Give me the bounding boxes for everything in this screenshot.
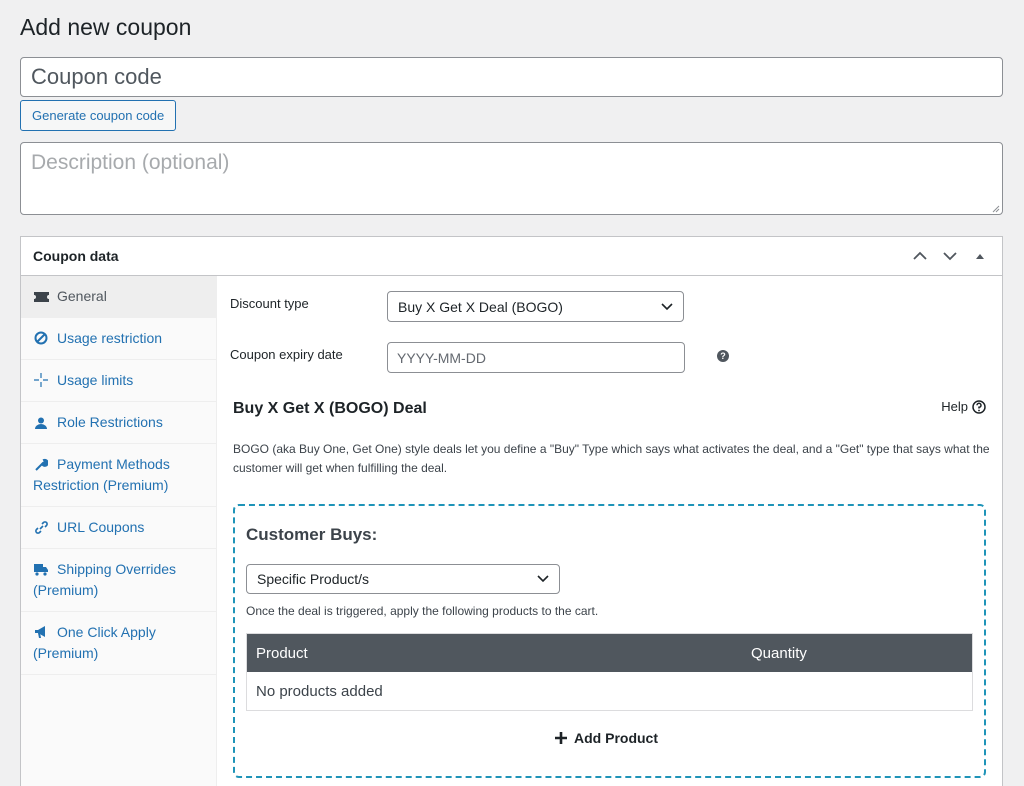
person-icon [33, 412, 49, 433]
tab-shipping-overrides[interactable]: Shipping Overrides (Premium) [21, 549, 216, 612]
customer-buys-type-select[interactable]: Specific Product/s [246, 564, 560, 594]
customer-buys-note: Once the deal is triggered, apply the fo… [246, 604, 599, 618]
customer-buys-box: Customer Buys: Specific Product/s Once t… [233, 504, 986, 778]
help-tip-icon[interactable]: ? [717, 350, 729, 362]
tab-usage-limits[interactable]: Usage limits [21, 360, 216, 402]
panel-controls [910, 251, 990, 261]
crosshair-icon [33, 370, 49, 391]
products-table: Product Quantity No products added [246, 633, 973, 711]
tab-payment-methods[interactable]: Payment Methods Restriction (Premium) [21, 444, 216, 507]
empty-products-text: No products added [256, 682, 383, 700]
collapse-toggle-icon[interactable] [970, 252, 990, 260]
coupon-data-title: Coupon data [33, 248, 119, 264]
customer-buys-type-value: Specific Product/s [257, 571, 370, 587]
tab-usage-restriction[interactable]: Usage restriction [21, 318, 216, 360]
chevron-down-icon [661, 302, 673, 310]
tab-general[interactable]: General [21, 276, 216, 318]
page-title: Add new coupon [20, 14, 192, 40]
discount-type-select[interactable]: Buy X Get X Deal (BOGO) [387, 291, 684, 322]
discount-type-value: Buy X Get X Deal (BOGO) [398, 298, 563, 315]
tab-role-restrictions[interactable]: Role Restrictions [21, 402, 216, 444]
move-down-icon[interactable] [940, 251, 960, 261]
coupon-code-input[interactable] [20, 57, 1003, 97]
tab-role-restrictions-label: Role Restrictions [57, 414, 163, 430]
add-product-label: Add Product [574, 730, 658, 746]
general-panel: Discount type Buy X Get X Deal (BOGO) Co… [217, 276, 1002, 786]
question-circle-icon [972, 399, 986, 414]
generate-coupon-code-button[interactable]: Generate coupon code [20, 100, 177, 131]
tab-one-click-apply[interactable]: One Click Apply (Premium) [21, 612, 216, 675]
ticket-icon [33, 286, 49, 307]
customer-buys-title: Customer Buys: [246, 525, 378, 544]
description-textarea[interactable] [20, 142, 1003, 215]
coupon-data-panel: Coupon data General Usage restriction Us… [20, 236, 1003, 786]
discount-type-label: Discount type [230, 296, 309, 311]
column-header-product: Product [256, 644, 308, 662]
bogo-title: Buy X Get X (BOGO) Deal [233, 400, 427, 417]
plus-icon [555, 732, 567, 744]
tab-one-click-apply-label: One Click Apply (Premium) [33, 624, 156, 661]
add-product-button[interactable]: Add Product [554, 730, 658, 746]
tab-url-coupons-label: URL Coupons [57, 519, 145, 535]
help-label: Help [941, 399, 968, 414]
truck-icon [33, 559, 49, 580]
tab-payment-methods-label: Payment Methods Restriction (Premium) [33, 456, 170, 493]
coupon-data-header: Coupon data [21, 237, 1002, 276]
tab-url-coupons[interactable]: URL Coupons [21, 507, 216, 549]
coupon-expiry-input[interactable] [387, 342, 685, 373]
tab-usage-restriction-label: Usage restriction [57, 330, 163, 346]
column-header-quantity: Quantity [751, 644, 807, 662]
block-icon [33, 328, 49, 349]
chevron-down-icon [537, 575, 549, 583]
table-row: No products added [247, 672, 972, 710]
tab-general-label: General [57, 288, 107, 304]
products-table-header: Product Quantity [247, 634, 972, 672]
tab-shipping-overrides-label: Shipping Overrides (Premium) [33, 561, 177, 598]
link-icon [33, 517, 49, 538]
wrench-icon [33, 454, 49, 475]
coupon-data-tabs: General Usage restriction Usage limits R… [21, 276, 217, 786]
help-link[interactable]: Help [941, 399, 986, 414]
move-up-icon[interactable] [910, 251, 930, 261]
megaphone-icon [33, 622, 49, 643]
bogo-description: BOGO (aka Buy One, Get One) style deals … [233, 442, 990, 475]
coupon-expiry-label: Coupon expiry date [230, 347, 343, 362]
tab-usage-limits-label: Usage limits [57, 372, 134, 388]
